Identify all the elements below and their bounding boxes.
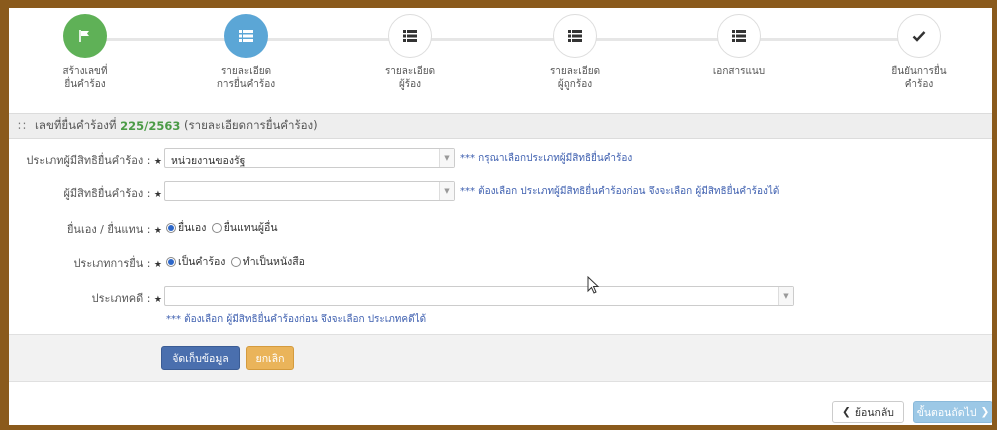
self-or-proxy-radio-group: ยื่นเอง ยื่นแทนผู้อื่น — [164, 219, 278, 236]
radio-letter-label: ทำเป็นหนังสือ — [242, 256, 305, 268]
save-button[interactable]: จัดเก็บข้อมูล — [161, 346, 240, 370]
case-type-row: ประเภทคดี : ★ ▼ — [9, 286, 992, 308]
case-type-label: ประเภทคดี : ★ — [91, 292, 162, 305]
wizard-steps: สร้างเลขที่ ยื่นคำร้อง รายละเอียด การยื่นค… — [9, 8, 992, 108]
claimant-type-row: ประเภทผู้มีสิทธิยื่นคำร้อง : ★ หน่วยงานข… — [9, 148, 992, 170]
chevron-down-icon: ▼ — [439, 182, 454, 200]
list-icon — [717, 14, 761, 58]
claimant-type-select[interactable]: หน่วยงานของรัฐ ▼ — [164, 148, 455, 168]
wizard-step-attachments[interactable]: เอกสารแนบ — [684, 14, 794, 78]
wizard-step-create[interactable]: สร้างเลขที่ ยื่นคำร้อง — [30, 14, 140, 91]
panel-title-prefix: เลขที่ยื่นคำร้องที่ — [35, 118, 117, 132]
radio-petition-label: เป็นคำร้อง — [178, 256, 226, 268]
step-label: สร้างเลขที่ ยื่นคำร้อง — [62, 66, 108, 90]
chevron-down-icon: ▼ — [778, 287, 793, 305]
check-icon — [897, 14, 941, 58]
case-type-hint: *** ต้องเลือก ผู้มีสิทธิยื่นคำร้องก่อน จ… — [166, 314, 427, 325]
form-actions: จัดเก็บข้อมูล ยกเลิก — [9, 334, 992, 382]
panel-heading: ∷ เลขที่ยื่นคำร้องที่ 225/2563 (รายละเอี… — [9, 113, 992, 139]
filing-type-label: ประเภทการยื่น : ★ — [73, 257, 162, 270]
wizard-step-petitioner[interactable]: รายละเอียด ผู้ร้อง — [355, 14, 465, 91]
claimant-label: ผู้มีสิทธิยื่นคำร้อง : ★ — [63, 187, 162, 200]
radio-self-label: ยื่นเอง — [178, 222, 207, 234]
step-label: ยืนยันการยื่น คำร้อง — [891, 66, 947, 90]
radio-self[interactable] — [166, 222, 176, 233]
list-icon — [553, 14, 597, 58]
claimant-type-hint: *** กรุณาเลือกประเภทผู้มีสิทธิยื่นคำร้อง — [460, 153, 633, 164]
radio-proxy-label: ยื่นแทนผู้อื่น — [223, 222, 278, 234]
step-label: รายละเอียด ผู้ร้อง — [384, 66, 436, 90]
list-icon — [388, 14, 432, 58]
claimant-type-label: ประเภทผู้มีสิทธิยื่นคำร้อง : ★ — [26, 154, 162, 167]
step-label: รายละเอียด การยื่นคำร้อง — [216, 66, 276, 90]
step-label: เอกสารแนบ — [712, 66, 766, 77]
wizard-step-confirm[interactable]: ยืนยันการยื่น คำร้อง — [864, 14, 974, 91]
next-step-button[interactable]: ขั้นตอนถัดไป ❯ — [913, 401, 992, 423]
claimant-select[interactable]: ▼ — [164, 181, 455, 201]
claimant-row: ผู้มีสิทธิยื่นคำร้อง : ★ ▼ *** ต้องเลือก… — [9, 181, 992, 203]
chevron-right-icon: ❯ — [980, 406, 990, 418]
back-button[interactable]: ❮ ย้อนกลับ — [832, 401, 904, 423]
radio-proxy[interactable] — [211, 222, 222, 233]
cancel-button[interactable]: ยกเลิก — [246, 346, 294, 370]
wizard-step-filing-details[interactable]: รายละเอียด การยื่นคำร้อง — [191, 14, 301, 91]
filing-type-row: ประเภทการยื่น : ★ เป็นคำร้อง ทำเป็นหนังส… — [9, 251, 992, 273]
step-label: รายละเอียด ผู้ถูกร้อง — [549, 66, 601, 90]
filing-type-radio-group: เป็นคำร้อง ทำเป็นหนังสือ — [164, 253, 305, 270]
mouse-cursor-icon — [587, 276, 600, 294]
self-or-proxy-row: ยื่นเอง / ยื่นแทน : ★ ยื่นเอง ยื่นแทนผู้… — [9, 217, 992, 239]
list-icon — [224, 14, 268, 58]
case-number: 225/2563 — [120, 119, 181, 133]
case-type-select[interactable]: ▼ — [164, 286, 794, 306]
radio-petition[interactable] — [166, 256, 176, 267]
claimant-hint: *** ต้องเลือก ประเภทผู้มีสิทธิยื่นคำร้อง… — [460, 186, 780, 197]
grip-icon: ∷ — [18, 119, 26, 133]
chevron-left-icon: ❮ — [842, 406, 851, 418]
panel-title-suffix: (รายละเอียดการยื่นคำร้อง) — [183, 118, 318, 132]
radio-letter[interactable] — [230, 256, 241, 267]
wizard-step-respondent[interactable]: รายละเอียด ผู้ถูกร้อง — [520, 14, 630, 91]
flag-icon — [63, 14, 107, 58]
chevron-down-icon: ▼ — [439, 149, 454, 167]
page-frame: สร้างเลขที่ ยื่นคำร้อง รายละเอียด การยื่นค… — [9, 8, 992, 425]
self-or-proxy-label: ยื่นเอง / ยื่นแทน : ★ — [66, 223, 162, 236]
